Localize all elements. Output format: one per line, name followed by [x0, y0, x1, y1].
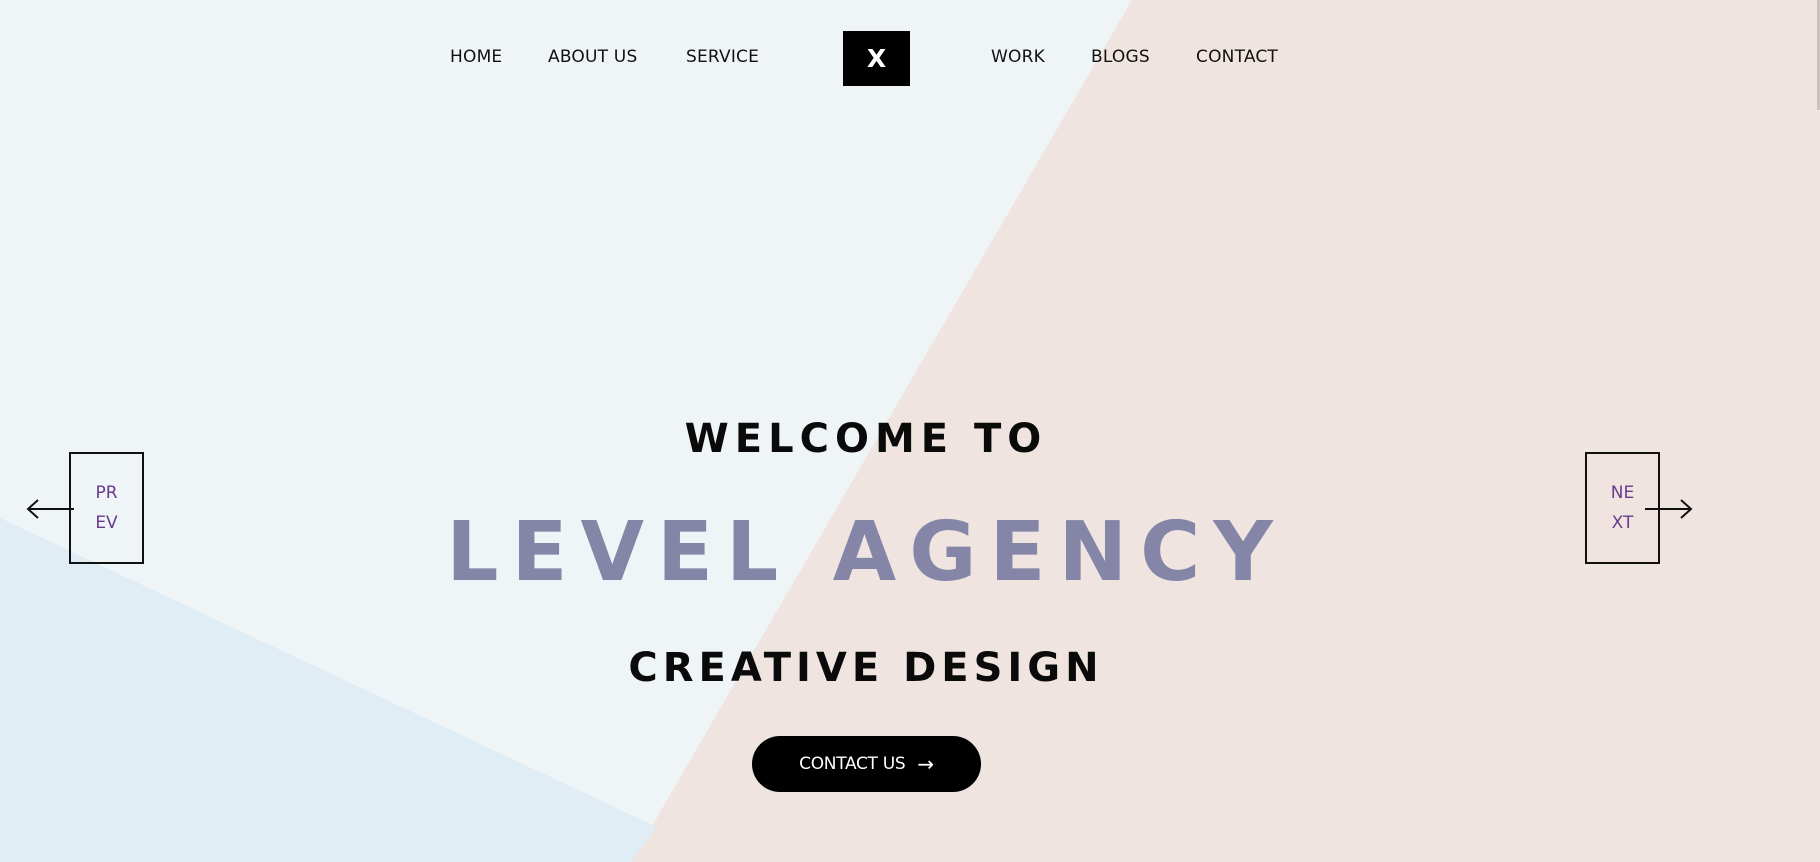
nav-work[interactable]: WORK: [991, 46, 1045, 68]
hero-title: LEVEL AGENCY: [446, 505, 1286, 600]
nav-contact[interactable]: CONTACT: [1196, 46, 1278, 68]
prev-slide-label: PR EV: [69, 452, 144, 564]
prev-label-line-2: EV: [95, 513, 118, 533]
nav-blogs[interactable]: BLOGS: [1091, 46, 1150, 68]
nav-service[interactable]: SERVICE: [686, 46, 759, 68]
contact-us-label: CONTACT US: [799, 754, 906, 774]
page: HOME ABOUT US SERVICE X WORK BLOGS CONTA…: [0, 0, 1820, 862]
next-label-line-1: NE: [1610, 483, 1635, 503]
prev-label-line-1: PR: [95, 483, 118, 503]
contact-us-button[interactable]: CONTACT US →: [752, 736, 981, 792]
hero-subtitle: CREATIVE DESIGN: [628, 645, 1104, 691]
next-label-line-2: XT: [1611, 513, 1634, 533]
logo[interactable]: X: [843, 31, 910, 86]
nav-home[interactable]: HOME: [450, 46, 502, 68]
hero-welcome: WELCOME TO: [684, 416, 1048, 462]
arrow-right-icon: →: [917, 752, 934, 776]
arrow-right-icon: [1645, 499, 1693, 519]
nav-about-us[interactable]: ABOUT US: [548, 46, 637, 68]
